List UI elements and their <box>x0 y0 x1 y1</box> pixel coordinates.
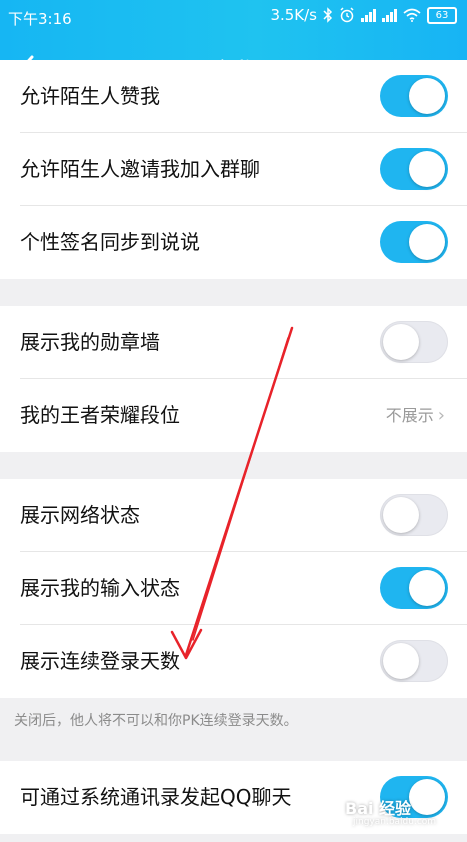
toggle-knob <box>409 151 445 187</box>
toggle-switch[interactable] <box>380 148 448 190</box>
setting-label: 展示网络状态 <box>20 503 140 527</box>
toggle-switch[interactable] <box>380 567 448 609</box>
setting-row-honor-of-kings-rank[interactable]: 我的王者荣耀段位 不展示 › <box>0 379 467 452</box>
setting-value-text: 不展示 <box>385 406 434 425</box>
footnote-text: 关闭后，他人将不可以和你PK连续登录天数。 <box>14 713 298 729</box>
setting-row-network-status: 展示网络状态 <box>0 479 467 552</box>
setting-row-allow-stranger-group-invite: 允许陌生人邀请我加入群聊 <box>0 133 467 206</box>
setting-row-typing-status: 展示我的输入状态 <box>0 552 467 625</box>
setting-row-medal-wall: 展示我的勋章墙 <box>0 306 467 379</box>
status-icons: 3.5K/s 63 <box>270 6 457 24</box>
network-speed: 3.5K/s <box>270 6 317 24</box>
watermark-site: jingyan.baidu.com <box>353 817 437 827</box>
setting-label: 允许陌生人邀请我加入群聊 <box>20 157 260 181</box>
setting-label: 展示我的输入状态 <box>20 576 180 600</box>
setting-label: 展示我的勋章墙 <box>20 330 160 354</box>
status-bar: 下午3:16 3.5K/s 63 <box>0 0 467 34</box>
setting-label: 我的王者荣耀段位 <box>20 403 180 427</box>
signal-icon <box>361 8 376 22</box>
setting-row-signature-sync: 个性签名同步到说说 <box>0 206 467 279</box>
setting-label: 展示连续登录天数 <box>20 649 180 673</box>
alarm-icon <box>340 7 354 23</box>
bluetooth-icon <box>323 7 333 23</box>
setting-row-login-days: 展示连续登录天数 <box>0 625 467 698</box>
setting-label: 可通过系统通讯录发起QQ聊天 <box>20 785 292 809</box>
setting-label: 允许陌生人赞我 <box>20 84 160 108</box>
watermark-brand: Bai 经验 <box>345 799 412 818</box>
toggle-knob <box>383 324 419 360</box>
setting-value: 不展示 › <box>386 379 445 452</box>
signal-icon <box>382 8 397 22</box>
toggle-knob <box>409 224 445 260</box>
toggle-switch[interactable] <box>380 321 448 363</box>
setting-row-allow-stranger-like: 允许陌生人赞我 <box>0 60 467 133</box>
toggle-knob <box>409 78 445 114</box>
wifi-icon <box>403 8 421 22</box>
watermark-logo: Bai 经验 jingyan.baidu.com <box>345 795 436 827</box>
toggle-knob <box>383 643 419 679</box>
toggle-knob <box>409 779 445 815</box>
toggle-knob <box>383 497 419 533</box>
setting-label: 个性签名同步到说说 <box>20 230 200 254</box>
toggle-knob <box>409 570 445 606</box>
toggle-switch[interactable] <box>380 494 448 536</box>
toggle-switch[interactable] <box>380 221 448 263</box>
battery-icon: 63 <box>427 6 457 24</box>
chevron-right-icon: › <box>437 405 445 426</box>
status-time: 下午3:16 <box>8 10 72 28</box>
toggle-switch[interactable] <box>380 75 448 117</box>
toggle-switch[interactable] <box>380 640 448 682</box>
